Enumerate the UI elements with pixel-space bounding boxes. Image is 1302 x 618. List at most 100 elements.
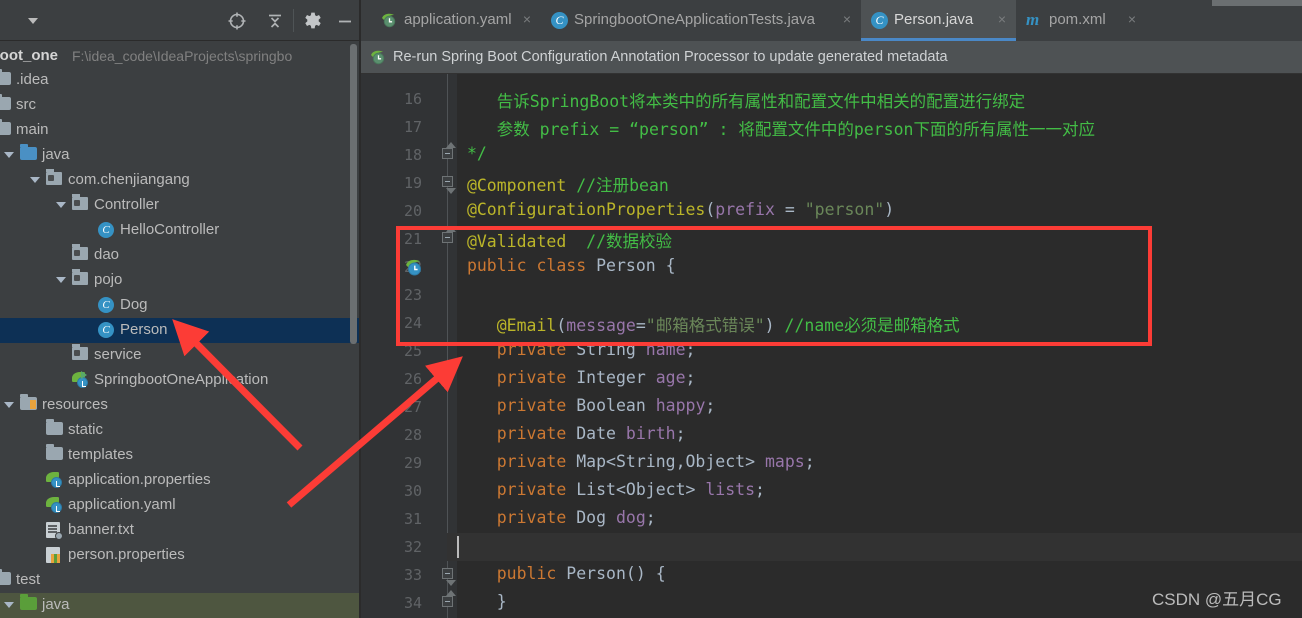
spring-bean-gutter-icon[interactable] xyxy=(405,258,424,277)
tree-node-service[interactable]: service xyxy=(0,343,360,368)
code-token: private xyxy=(496,480,567,499)
close-icon[interactable]: × xyxy=(996,12,1008,26)
tree-node-label: banner.txt xyxy=(68,521,134,538)
code-token: ; xyxy=(685,340,696,359)
tree-node-banner-txt[interactable]: banner.txt xyxy=(0,518,360,543)
tree-node-src[interactable]: src xyxy=(0,93,360,118)
code-line[interactable]: private String name; xyxy=(457,340,696,359)
code-line[interactable]: public class Person { xyxy=(457,256,676,275)
close-icon[interactable]: × xyxy=(521,12,533,26)
line-number: 19 xyxy=(403,174,422,192)
tree-node-test[interactable]: test xyxy=(0,568,360,593)
tree-node-label: resources xyxy=(42,396,108,413)
java-class-icon: C xyxy=(551,12,568,29)
code-editor[interactable]: 16 告诉SpringBoot将本类中的所有属性和配置文件中相关的配置进行绑定 1… xyxy=(361,74,1302,618)
code-line[interactable]: private List<Object> lists; xyxy=(457,480,765,499)
code-line[interactable]: } xyxy=(457,592,507,611)
close-icon[interactable]: × xyxy=(841,12,853,26)
tree-node-java[interactable]: java xyxy=(0,593,360,618)
tree-node-controller[interactable]: Controller xyxy=(0,193,360,218)
tree-node-dog[interactable]: C Dog xyxy=(0,293,360,318)
tree-node-springbootoneapplication[interactable]: SpringbootOneApplication xyxy=(0,368,360,393)
tree-node-label: SpringbootOneApplication xyxy=(94,371,269,388)
expand-arrow-icon[interactable] xyxy=(4,602,14,608)
tree-node-java[interactable]: java xyxy=(0,143,360,168)
code-line[interactable]: private Dog dog; xyxy=(457,508,656,527)
code-token: = xyxy=(635,316,646,335)
text-file-icon xyxy=(46,522,63,540)
code-fold-open-icon[interactable] xyxy=(442,568,456,586)
editor-tab-springbootoneapplicationtests-java[interactable]: C SpringbootOneApplicationTests.java × xyxy=(541,0,861,41)
code-line[interactable]: @ConfigurationProperties(prefix = "perso… xyxy=(457,200,894,219)
code-token: ; xyxy=(675,424,686,443)
tree-node-com-chenjiangang[interactable]: com.chenjiangang xyxy=(0,168,360,193)
tree-node-dao[interactable]: dao xyxy=(0,243,360,268)
code-fold-close-icon[interactable] xyxy=(442,142,456,159)
code-line[interactable]: 参数 prefix = “person” : 将配置文件中的person下面的所… xyxy=(457,116,1095,140)
code-token: ; xyxy=(755,480,765,499)
code-line[interactable]: 告诉SpringBoot将本类中的所有属性和配置文件中相关的配置进行绑定 xyxy=(457,88,1025,112)
collapse-all-icon[interactable] xyxy=(264,10,286,32)
line-number: 27 xyxy=(403,398,422,416)
code-line[interactable]: private Map<String,Object> maps; xyxy=(457,452,815,471)
code-token: //注册bean xyxy=(576,176,669,195)
minimize-icon[interactable] xyxy=(334,10,356,32)
tree-node-resources[interactable]: resources xyxy=(0,393,360,418)
folder-icon xyxy=(0,94,11,112)
code-line[interactable]: public Person() { xyxy=(457,564,666,583)
code-line[interactable]: */ xyxy=(457,144,487,163)
tree-node-templates[interactable]: templates xyxy=(0,443,360,468)
code-line[interactable]: @Validated //数据校验 xyxy=(457,228,672,252)
code-line[interactable]: private Boolean happy; xyxy=(457,396,716,415)
tree-node-application-properties[interactable]: application.properties xyxy=(0,468,360,493)
code-fold-open-icon[interactable] xyxy=(442,176,456,194)
watermark: CSDN @五月CG xyxy=(1152,590,1282,609)
tree-node-person[interactable]: C Person xyxy=(0,318,360,343)
code-line[interactable]: private Integer age; xyxy=(457,368,696,387)
code-line[interactable]: @Component //注册bean xyxy=(457,172,669,196)
expand-arrow-icon[interactable] xyxy=(56,202,66,208)
code-fold-close-icon[interactable] xyxy=(442,226,456,243)
code-token: happy xyxy=(655,396,706,415)
project-root-row[interactable]: ingboot_one F:\idea_code\IdeaProjects\sp… xyxy=(0,44,360,68)
close-icon[interactable]: × xyxy=(1126,12,1138,26)
code-token: prefix xyxy=(715,200,775,219)
tree-node-pojo[interactable]: pojo xyxy=(0,268,360,293)
code-fold-close-icon[interactable] xyxy=(442,590,456,607)
folder-icon xyxy=(0,569,11,587)
code-token: ) xyxy=(764,316,785,335)
code-token: @Validated xyxy=(466,232,567,251)
spring-icon xyxy=(370,49,387,71)
editor-tab-pom-xml[interactable]: m pom.xml × xyxy=(1016,0,1146,41)
tree-node-person-properties[interactable]: person.properties xyxy=(0,543,360,568)
expand-arrow-icon[interactable] xyxy=(56,277,66,283)
editor-tab-application-yaml[interactable]: application.yaml × xyxy=(371,0,541,41)
tree-node--idea[interactable]: .idea xyxy=(0,68,360,93)
code-token: } xyxy=(496,592,507,611)
tree-node-application-yaml[interactable]: application.yaml xyxy=(0,493,360,518)
sidebar-scrollbar[interactable] xyxy=(350,44,357,344)
tree-node-hellocontroller[interactable]: C HelloController xyxy=(0,218,360,243)
gear-icon[interactable] xyxy=(302,10,324,32)
tab-scrollbar[interactable] xyxy=(1212,0,1302,6)
project-name: ingboot_one xyxy=(0,47,58,64)
expand-arrow-icon[interactable] xyxy=(30,177,40,183)
tree-node-static[interactable]: static xyxy=(0,418,360,443)
spring-icon xyxy=(381,12,398,34)
editor-tab-person-java[interactable]: C Person.java × xyxy=(861,0,1016,41)
chevron-down-icon[interactable] xyxy=(28,18,38,24)
expand-arrow-icon[interactable] xyxy=(4,152,14,158)
locate-icon[interactable] xyxy=(226,10,248,32)
notification-bar[interactable]: Re-run Spring Boot Configuration Annotat… xyxy=(361,41,1302,74)
code-line[interactable]: private Date birth; xyxy=(457,424,686,443)
tree-node-main[interactable]: main xyxy=(0,118,360,143)
tree-node-label: main xyxy=(16,121,49,138)
expand-arrow-icon[interactable] xyxy=(4,402,14,408)
code-line[interactable]: @Email(message="邮箱格式错误") //name必须是邮箱格式 xyxy=(457,312,960,336)
project-toolbar: ct xyxy=(0,0,360,41)
